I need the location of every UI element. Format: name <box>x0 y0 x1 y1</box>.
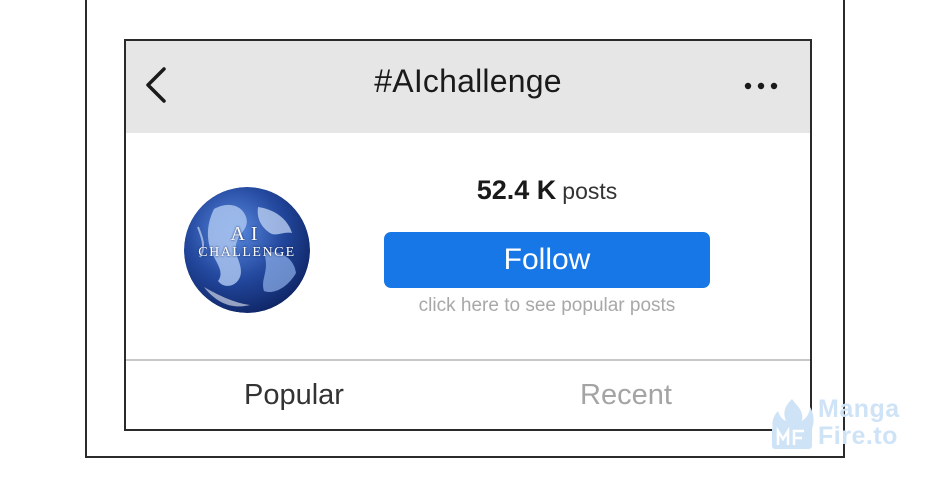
follow-button[interactable]: Follow <box>384 232 710 288</box>
posts-count-value: 52.4 K <box>476 175 557 205</box>
top-nav-bar: #AIchallenge <box>126 41 810 133</box>
avatar-text-line1: AI <box>230 223 264 245</box>
more-options-button[interactable] <box>742 71 782 101</box>
hashtag-header: AI CHALLENGE 52.4 Kposts Follow click he… <box>126 133 810 359</box>
hashtag-page: #AIchallenge AI CHALLENGE 52.4 K posts F… <box>124 39 812 431</box>
posts-count: 52.4 Kposts <box>384 175 710 206</box>
watermark-text-line1: Manga <box>818 395 900 423</box>
page-title: #AIchallenge <box>374 63 562 99</box>
tab-recent[interactable]: Recent <box>580 379 672 412</box>
flame-logo-icon <box>772 399 814 449</box>
avatar-text-line2: CHALLENGE <box>198 245 296 260</box>
popular-posts-hint[interactable]: click here to see popular posts <box>384 295 710 317</box>
tab-popular[interactable]: Popular <box>244 379 344 412</box>
tab-divider <box>126 359 810 361</box>
ellipsis-horizontal-icon <box>744 82 778 90</box>
avatar[interactable]: AI CHALLENGE <box>184 187 310 313</box>
posts-count-label: posts <box>562 178 618 204</box>
watermark-text-line2: Fire.to <box>818 422 898 450</box>
watermark: Manga Fire.to <box>768 395 928 455</box>
